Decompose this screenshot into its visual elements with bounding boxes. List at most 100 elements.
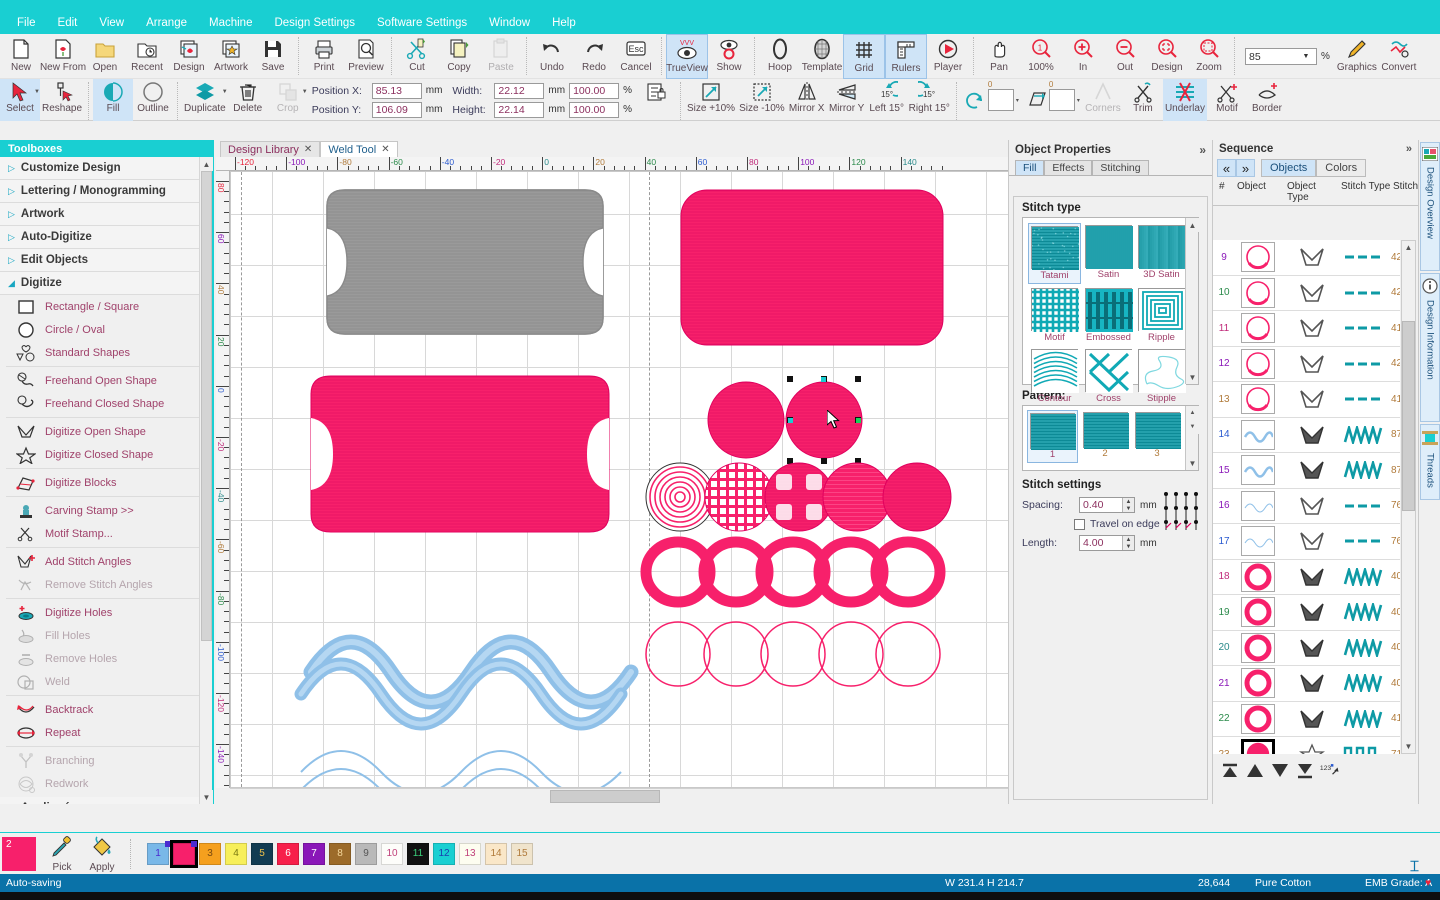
tool-repeat[interactable]: Repeat xyxy=(0,721,212,744)
100--button[interactable]: 1100% xyxy=(1020,34,1062,79)
stitch-type-motif[interactable]: Motif xyxy=(1028,286,1081,345)
thread-swatch-10[interactable]: 10 xyxy=(381,843,403,865)
toolboxes-scrollbar[interactable]: ▲ ▼ xyxy=(199,157,212,804)
op-tab-stitching[interactable]: Stitching xyxy=(1092,160,1148,175)
sequence-row[interactable]: 1341 xyxy=(1213,382,1400,418)
zoom-button[interactable]: Zoom xyxy=(1188,34,1230,79)
sequence-row[interactable]: 942 xyxy=(1213,240,1400,276)
border-tool[interactable]: Border xyxy=(1247,79,1287,121)
stitch-type-tatami[interactable]: Tatami xyxy=(1028,223,1081,284)
sequence-column-header[interactable]: # xyxy=(1213,181,1235,203)
menu-item-machine[interactable]: Machine xyxy=(198,14,263,32)
new-from-button[interactable]: New From xyxy=(42,34,84,79)
preview-button[interactable]: Preview xyxy=(345,34,387,79)
toolbox-group-auto-digitize[interactable]: ▷Auto-Digitize xyxy=(0,226,212,249)
sequence-scroll-up[interactable]: ▲ xyxy=(1402,241,1415,254)
duplicate-tool[interactable]: Duplicate▼ xyxy=(182,79,228,121)
undo-button[interactable]: Undo xyxy=(531,34,573,79)
chevron-down-icon[interactable]: ▼ xyxy=(1298,53,1314,60)
move-down-icon[interactable] xyxy=(1269,760,1291,780)
cancel-button[interactable]: EscCancel xyxy=(615,34,657,79)
sequence-scroll-down[interactable]: ▼ xyxy=(1402,740,1415,753)
outline-tool[interactable]: Outline xyxy=(133,79,173,121)
sequence-row[interactable]: 1840 xyxy=(1213,560,1400,596)
graphics-button[interactable]: Graphics xyxy=(1336,34,1378,79)
thread-swatch-1[interactable]: 1 xyxy=(147,843,169,865)
move-up-icon[interactable] xyxy=(1244,760,1266,780)
tool-freehand-closed-shape[interactable]: Freehand Closed Shape xyxy=(0,392,212,415)
motif-tool[interactable]: Motif xyxy=(1207,79,1247,121)
length-spinbox[interactable]: ▲▼ xyxy=(1079,535,1135,551)
pattern-gallery-scrollbar[interactable]: ▲ ▼ ▼ xyxy=(1185,406,1198,470)
stitch-type-ripple[interactable]: Ripple xyxy=(1136,286,1187,345)
spacing-input[interactable] xyxy=(1080,498,1122,512)
tool-motif-stamp[interactable]: Motif Stamp... xyxy=(0,522,212,545)
document-tab-weld-tool[interactable]: Weld Tool✕ xyxy=(320,141,397,157)
grid-button[interactable]: Grid xyxy=(843,34,885,79)
tool-backtrack[interactable]: Backtrack xyxy=(0,698,212,721)
toolbox-group-lettering-monogramming[interactable]: ▷Lettering / Monogramming xyxy=(0,180,212,203)
copy-button[interactable]: Copy xyxy=(438,34,480,79)
sequence-expand-icon[interactable]: » xyxy=(1406,143,1412,155)
size-10--tool[interactable]: Size -10% xyxy=(737,79,787,121)
toolbox-group-edit-objects[interactable]: ▷Edit Objects xyxy=(0,249,212,272)
pick-color-button[interactable]: Pick xyxy=(42,834,82,874)
sequence-row[interactable]: 1042 xyxy=(1213,276,1400,312)
tool-rectangle-square[interactable]: Rectangle / Square xyxy=(0,295,212,318)
convert-button[interactable]: Convert xyxy=(1378,34,1420,79)
size-10--tool[interactable]: Size +10% xyxy=(685,79,737,121)
left-15--tool[interactable]: 15°Left 15° xyxy=(867,79,907,121)
position-y-input[interactable] xyxy=(372,102,422,118)
spacing-spinbox[interactable]: ▲▼ xyxy=(1079,497,1135,513)
rail-tab-design-information[interactable]: Design Information xyxy=(1420,273,1440,422)
stitch-type-3d-satin[interactable]: 3D Satin xyxy=(1136,223,1187,284)
design-button[interactable]: Design xyxy=(1146,34,1188,79)
cut-button[interactable]: Cut xyxy=(396,34,438,79)
travel-on-edge-checkbox[interactable] xyxy=(1074,519,1085,530)
sequence-row[interactable]: 2371 xyxy=(1213,737,1400,754)
panel-expand-icon[interactable]: » xyxy=(1199,143,1206,157)
close-icon[interactable]: ✕ xyxy=(304,144,312,155)
thread-swatch-5[interactable]: 5 xyxy=(251,843,273,865)
menu-item-edit[interactable]: Edit xyxy=(47,14,89,32)
toolboxes-scroll-up[interactable]: ▲ xyxy=(200,157,213,171)
width-input[interactable] xyxy=(494,83,544,99)
thread-swatch-13[interactable]: 13 xyxy=(459,843,481,865)
sequence-number-icon[interactable]: 123 xyxy=(1319,760,1341,780)
toolbox-group-applique[interactable]: ▷Appliqué xyxy=(0,797,212,804)
sequence-row[interactable]: 2040 xyxy=(1213,631,1400,667)
mirror-x-tool[interactable]: Mirror X xyxy=(787,79,827,121)
sequence-scroll-thumb[interactable] xyxy=(1402,321,1415,511)
sequence-tab-colors[interactable]: Colors xyxy=(1316,159,1366,177)
pattern-1[interactable]: 1 xyxy=(1027,410,1078,463)
sequence-list[interactable]: 9421042114112421341148715871676177618401… xyxy=(1213,240,1400,754)
expand-all-icon[interactable]: » xyxy=(1236,159,1255,177)
tool-digitize-holes[interactable]: Digitize Holes xyxy=(0,601,212,624)
print-button[interactable]: Print xyxy=(303,34,345,79)
pattern-scroll-mid[interactable]: ▼ xyxy=(1186,420,1199,434)
menu-item-file[interactable]: File xyxy=(6,14,47,32)
chevron-down-icon[interactable]: ▼ xyxy=(302,89,308,95)
length-input[interactable] xyxy=(1080,536,1122,550)
thread-swatch-9[interactable]: 9 xyxy=(355,843,377,865)
underlay-tool[interactable]: Underlay xyxy=(1163,79,1207,121)
hoop-button[interactable]: Hoop xyxy=(759,34,801,79)
toolboxes-scroll-thumb[interactable] xyxy=(201,171,212,641)
apply-color-button[interactable]: Apply xyxy=(82,834,122,874)
stitch-gallery-scrollbar[interactable]: ▲ ▼ xyxy=(1185,218,1198,384)
sequence-row[interactable]: 2140 xyxy=(1213,666,1400,702)
current-color-swatch[interactable]: 2 xyxy=(2,837,36,871)
tool-freehand-open-shape[interactable]: Freehand Open Shape xyxy=(0,369,212,392)
toolboxes-scroll-down[interactable]: ▼ xyxy=(200,790,213,804)
toolbox-group-customize-design[interactable]: ▷Customize Design xyxy=(0,157,212,180)
new-button[interactable]: New xyxy=(0,34,42,79)
tool-carving-stamp[interactable]: Carving Stamp >> xyxy=(0,499,212,522)
sequence-row[interactable]: 1587 xyxy=(1213,453,1400,489)
sequence-row[interactable]: 1776 xyxy=(1213,524,1400,560)
rulers-button[interactable]: Rulers xyxy=(885,34,927,79)
canvas-hscroll-thumb[interactable] xyxy=(550,790,660,803)
in-button[interactable]: In xyxy=(1062,34,1104,79)
thread-swatch-4[interactable]: 4 xyxy=(225,843,247,865)
menu-item-view[interactable]: View xyxy=(88,14,135,32)
toolbox-group-artwork[interactable]: ▷Artwork xyxy=(0,203,212,226)
